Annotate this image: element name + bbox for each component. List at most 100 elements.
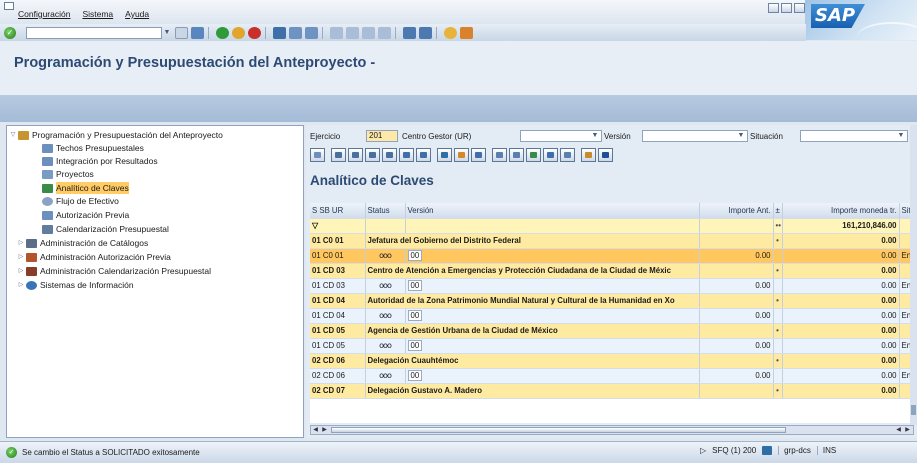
- table-row[interactable]: 01 CD 05 ooo 00 0.00 0.00 En: [310, 338, 914, 354]
- version-value[interactable]: 00: [407, 250, 423, 261]
- history-icon[interactable]: [175, 26, 188, 39]
- tree-item-proyectos[interactable]: Proyectos: [41, 168, 94, 180]
- graphic-button[interactable]: [581, 147, 596, 162]
- filter-dropdown-button[interactable]: [416, 147, 431, 162]
- status-cell[interactable]: ooo: [365, 368, 406, 384]
- find-icon[interactable]: [289, 26, 302, 39]
- column-header-flag[interactable]: ±: [773, 203, 783, 219]
- next-page-icon[interactable]: [362, 26, 375, 39]
- table-row[interactable]: 01 C0 01 ooo 00 0.00 0.00 En: [310, 248, 914, 264]
- cancel-icon[interactable]: [248, 26, 261, 39]
- version-value[interactable]: 00: [407, 370, 423, 381]
- group-row[interactable]: 01 C0 01 Jefatura del Gobierno del Distri…: [310, 233, 914, 249]
- tree-item-techos[interactable]: Techos Presupuestales: [41, 142, 144, 154]
- tree-folder-autorizacion-previa[interactable]: ▷ Administración Autorización Previa: [17, 251, 171, 263]
- scroll-left-end-icon[interactable]: ◀: [894, 426, 903, 434]
- version-value[interactable]: 00: [407, 340, 423, 351]
- column-header[interactable]: Importe Ant.: [699, 203, 774, 219]
- tree-item-integracion[interactable]: Integración por Resultados: [41, 155, 158, 167]
- details-button[interactable]: [310, 147, 325, 162]
- horizontal-scrollbar[interactable]: ◀ ▶ ◀ ▶: [310, 425, 914, 435]
- tree-folder-calendarizacion[interactable]: ▷ Administración Calendarización Presupu…: [17, 265, 211, 277]
- collapse-icon[interactable]: ▽: [9, 129, 17, 141]
- subtotal-dropdown-button[interactable]: [471, 147, 486, 162]
- system-details-icon[interactable]: [762, 446, 773, 455]
- maximize-icon[interactable]: [781, 3, 792, 13]
- menu-ayuda[interactable]: Ayuda: [125, 9, 149, 19]
- group-row[interactable]: 01 CD 05 Agencia de Gestión Urbana de la …: [310, 323, 914, 339]
- subtotal-button[interactable]: [454, 147, 469, 162]
- scroll-left-icon[interactable]: ◀: [311, 426, 320, 434]
- situacion-field[interactable]: [800, 130, 908, 142]
- tree-item-autorizacion[interactable]: Autorización Previa: [41, 209, 129, 221]
- views-button[interactable]: [509, 147, 524, 162]
- back-icon[interactable]: [216, 26, 229, 39]
- tree-folder-sistemas[interactable]: ▷ Sistemas de Información: [17, 279, 134, 291]
- tree-item-calendarizacion[interactable]: Calendarización Presupuestal: [41, 223, 169, 235]
- group-row[interactable]: 01 CD 04 Autoridad de la Zona Patrimonio …: [310, 293, 914, 309]
- enter-icon[interactable]: ✓: [4, 26, 16, 39]
- export-dropdown-button[interactable]: [543, 147, 558, 162]
- shortcut-icon[interactable]: [419, 26, 432, 39]
- group-row[interactable]: 02 CD 06 Delegación Cuauhtémoc • 0.00: [310, 353, 914, 369]
- find-button[interactable]: [365, 147, 380, 162]
- expand-icon[interactable]: ▷: [17, 237, 25, 249]
- tree-folder-catalogos[interactable]: ▷ Administración de Catálogos: [17, 237, 149, 249]
- ejercicio-field[interactable]: 201: [366, 130, 398, 142]
- command-dropdown-icon[interactable]: ▼: [162, 27, 172, 39]
- scroll-right-icon[interactable]: ▶: [320, 426, 329, 434]
- column-header[interactable]: Importe moneda tr.: [782, 203, 900, 219]
- group-row[interactable]: 01 CD 03 Centro de Atención a Emergencias…: [310, 263, 914, 279]
- table-row[interactable]: 01 CD 03 ooo 00 0.00 0.00 En: [310, 278, 914, 294]
- scroll-right-end-icon[interactable]: ▶: [903, 426, 912, 434]
- tree-item-flujo[interactable]: Flujo de Efectivo: [41, 195, 119, 207]
- expand-icon[interactable]: ▷: [17, 251, 25, 263]
- command-field[interactable]: [26, 26, 162, 39]
- table-row[interactable]: 02 CD 06 ooo 00 0.00 0.00 En: [310, 368, 914, 384]
- export-button[interactable]: [526, 147, 541, 162]
- last-page-icon[interactable]: [378, 26, 391, 39]
- system-menu-icon[interactable]: [4, 2, 14, 10]
- horizontal-scroll-thumb[interactable]: [331, 427, 786, 433]
- expand-icon[interactable]: ▷: [17, 279, 25, 291]
- situacion-dropdown-icon[interactable]: ▼: [896, 130, 906, 142]
- menu-configuracion[interactable]: Configuración: [18, 9, 70, 19]
- layout-settings-icon[interactable]: [460, 26, 473, 39]
- save-icon[interactable]: [191, 26, 204, 39]
- close-icon[interactable]: [794, 3, 805, 13]
- previous-page-icon[interactable]: [346, 26, 359, 39]
- status-expand-icon[interactable]: ▷: [700, 446, 706, 455]
- column-header[interactable]: S SB UR: [310, 203, 366, 219]
- status-cell[interactable]: ooo: [365, 278, 406, 294]
- status-cell[interactable]: ooo: [365, 248, 406, 264]
- print-preview-button[interactable]: [492, 147, 507, 162]
- table-row[interactable]: 01 CD 04 ooo 00 0.00 0.00 En: [310, 308, 914, 324]
- first-page-icon[interactable]: [330, 26, 343, 39]
- column-header[interactable]: Status: [365, 203, 406, 219]
- find-next-icon[interactable]: [305, 26, 318, 39]
- sum-button[interactable]: [437, 147, 452, 162]
- vertical-scroll-thumb[interactable]: [911, 405, 916, 415]
- version-field[interactable]: [642, 130, 748, 142]
- version-dropdown-icon[interactable]: ▼: [736, 130, 746, 142]
- help-icon[interactable]: [444, 26, 457, 39]
- minimize-icon[interactable]: [768, 3, 779, 13]
- status-cell[interactable]: ooo: [365, 338, 406, 354]
- tree-item-analitico[interactable]: Analítico de Claves: [41, 182, 129, 194]
- info-button[interactable]: [598, 147, 613, 162]
- filter-button[interactable]: [399, 147, 414, 162]
- find-next-button[interactable]: [382, 147, 397, 162]
- version-value[interactable]: 00: [407, 310, 423, 321]
- status-cell[interactable]: ooo: [365, 308, 406, 324]
- sort-descending-button[interactable]: [348, 147, 363, 162]
- expand-icon[interactable]: ▷: [17, 265, 25, 277]
- group-row[interactable]: 02 CD 07 Delegación Gustavo A. Madero • 0.0…: [310, 383, 914, 399]
- new-session-icon[interactable]: [403, 26, 416, 39]
- exit-icon[interactable]: [232, 26, 245, 39]
- total-row[interactable]: ▽ •• 161,210,846.00: [310, 218, 914, 234]
- version-value[interactable]: 00: [407, 280, 423, 291]
- centro-gestor-dropdown-icon[interactable]: ▼: [590, 130, 600, 142]
- tree-root[interactable]: ▽ Programación y Presupuestación del Ant…: [9, 129, 223, 141]
- menu-sistema[interactable]: Sistema: [82, 9, 113, 19]
- print-icon[interactable]: [273, 26, 286, 39]
